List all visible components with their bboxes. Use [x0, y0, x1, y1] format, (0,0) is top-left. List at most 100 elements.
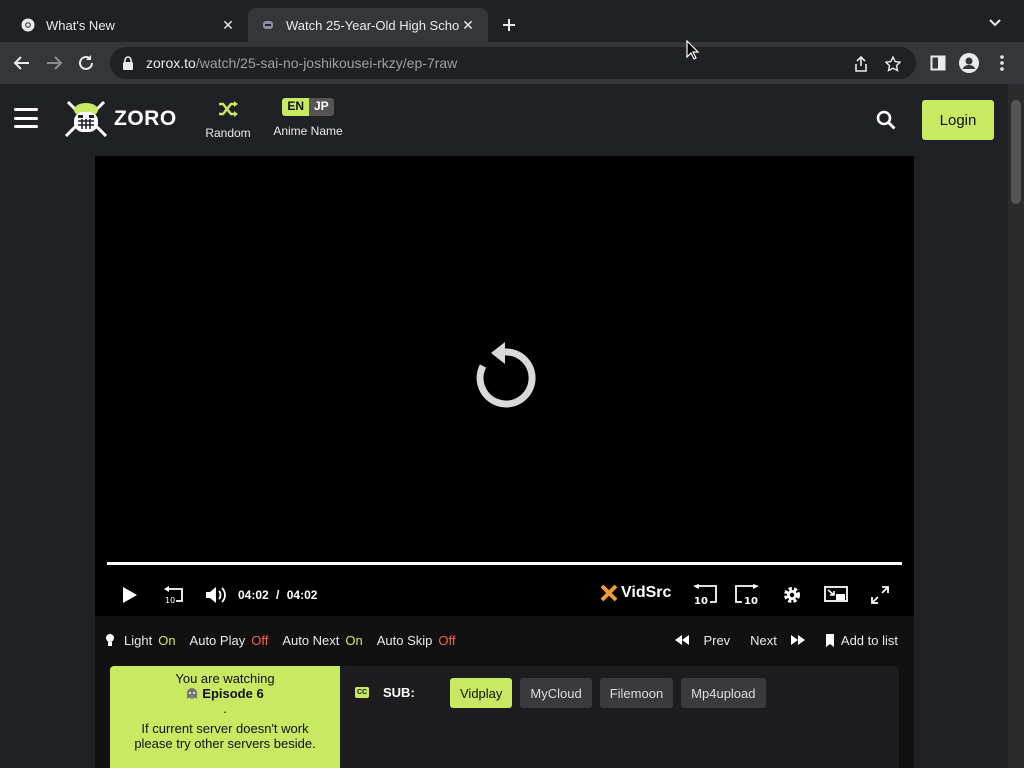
lightbulb-icon	[106, 634, 114, 646]
player-options-bar: Light On Auto Play Off Auto Next On Auto…	[95, 616, 914, 664]
rewind-10-icon[interactable]: 10	[161, 582, 185, 608]
tab-title: Watch 25-Year-Old High Scho	[286, 17, 460, 33]
fullscreen-icon[interactable]	[869, 582, 891, 608]
forward-arrow-icon[interactable]	[42, 51, 66, 75]
light-value: On	[158, 632, 176, 648]
kebab-menu-icon[interactable]	[990, 51, 1014, 75]
video-player[interactable]: 10 04:02 / 04:02 VidSrc 10 10	[95, 156, 914, 616]
search-icon[interactable]	[876, 110, 898, 132]
sub-servers-label: CC SUB:	[355, 685, 415, 700]
site-logo[interactable]: ZORO	[64, 98, 177, 140]
watching-dot: .	[223, 701, 227, 716]
progress-bar[interactable]	[107, 562, 902, 565]
skip-back-10-icon[interactable]: 10	[691, 582, 719, 608]
random-label: Random	[205, 126, 251, 140]
cc-icon: CC	[355, 687, 369, 698]
svg-text:10: 10	[694, 596, 708, 606]
page-scrollbar[interactable]	[1008, 84, 1024, 768]
add-to-list-button[interactable]: Add to list	[825, 633, 898, 648]
watching-line: You are watching	[175, 671, 275, 686]
mouse-cursor	[686, 39, 700, 60]
picture-in-picture-icon[interactable]	[823, 582, 849, 608]
server-mp4upload-button[interactable]: Mp4upload	[681, 678, 766, 708]
autoplay-toggle[interactable]: Auto Play Off	[190, 633, 269, 648]
zoro-logo-icon	[64, 100, 108, 138]
duration: 04:02	[286, 588, 318, 602]
lock-icon[interactable]	[122, 56, 136, 70]
prev-label: Prev	[703, 632, 731, 648]
time-separator: /	[276, 588, 280, 602]
play-icon[interactable]	[119, 582, 141, 608]
zoro-favicon-icon	[260, 17, 276, 33]
server-vidplay-button[interactable]: Vidplay	[450, 678, 513, 708]
lang-jp[interactable]: JP	[308, 98, 334, 116]
server-hint-line-2: please try other servers beside.	[134, 736, 316, 751]
profile-avatar-icon[interactable]	[957, 51, 981, 75]
server-mycloud-button[interactable]: MyCloud	[520, 678, 592, 708]
light-label: Light	[124, 632, 153, 648]
next-label: Next	[750, 632, 777, 648]
new-tab-button[interactable]	[498, 14, 520, 36]
next-episode-button[interactable]: Next	[750, 633, 805, 648]
rewind-icon	[675, 635, 690, 645]
shuffle-icon	[200, 98, 256, 120]
browser-tab-strip: What's New ✕ Watch 25-Year-Old High Scho…	[0, 0, 1024, 42]
vidsrc-logo[interactable]: VidSrc	[600, 584, 671, 602]
vidsrc-brand: VidSrc	[621, 584, 672, 601]
login-button[interactable]: Login	[922, 100, 994, 140]
tab-watch[interactable]: Watch 25-Year-Old High Scho ✕	[248, 8, 488, 42]
sub-label: SUB:	[383, 685, 415, 700]
server-buttons: Vidplay MyCloud Filemoon Mp4upload	[450, 678, 766, 708]
autoskip-toggle[interactable]: Auto Skip Off	[377, 633, 456, 648]
server-filemoon-button[interactable]: Filemoon	[599, 678, 674, 708]
autoplay-label: Auto Play	[189, 632, 246, 648]
bookmark-star-icon[interactable]	[884, 55, 902, 73]
vidsrc-x-icon	[600, 584, 618, 602]
lang-en[interactable]: EN	[282, 98, 309, 116]
episode-line: Episode 6	[110, 686, 340, 701]
autonext-toggle[interactable]: Auto Next On	[282, 633, 362, 648]
time-display: 04:02 / 04:02	[238, 588, 317, 602]
servers-panel: You are watching Episode 6 . If current …	[95, 664, 914, 768]
anime-name-label: Anime Name	[273, 124, 343, 138]
tab-title: What's New	[46, 17, 115, 33]
site-header: ZORO Random EN JP Anime Name Login	[0, 84, 1008, 156]
now-watching-box: You are watching Episode 6 . If current …	[110, 666, 340, 768]
side-panel-icon[interactable]	[926, 51, 950, 75]
en-jp-toggle[interactable]: EN JP	[282, 98, 334, 116]
address-bar[interactable]: zorox.to/watch/25-sai-no-joshikousei-rkz…	[110, 47, 916, 79]
scrollbar-thumb[interactable]	[1011, 100, 1021, 204]
volume-icon[interactable]	[203, 582, 229, 608]
server-hint-line-1: If current server doesn't work	[141, 721, 309, 736]
prev-episode-button[interactable]: Prev	[675, 633, 730, 648]
hamburger-menu-icon[interactable]	[14, 108, 38, 128]
brand-name: ZORO	[114, 107, 177, 130]
autonext-label: Auto Next	[282, 632, 340, 648]
ghost-icon	[187, 687, 198, 699]
url-path: /watch/25-sai-no-joshikousei-rkzy/ep-7ra…	[195, 55, 458, 71]
autoskip-label: Auto Skip	[376, 632, 433, 648]
tab-search-chevron-icon[interactable]	[988, 16, 1004, 32]
autoskip-value: Off	[438, 632, 456, 648]
close-icon[interactable]: ✕	[220, 17, 236, 33]
back-arrow-icon[interactable]	[10, 51, 34, 75]
current-time: 04:02	[238, 588, 269, 602]
replay-icon[interactable]	[471, 342, 539, 414]
settings-gear-icon[interactable]	[780, 582, 804, 608]
random-button[interactable]: Random	[200, 98, 256, 140]
tab-whats-new[interactable]: What's New ✕	[8, 8, 248, 42]
close-icon[interactable]: ✕	[460, 17, 476, 33]
bookmark-icon	[825, 633, 834, 647]
svg-text:10: 10	[165, 596, 175, 605]
autoplay-value: Off	[251, 632, 269, 648]
add-to-list-label: Add to list	[840, 632, 898, 648]
reload-icon[interactable]	[74, 51, 98, 75]
autonext-value: On	[345, 632, 363, 648]
light-toggle[interactable]: Light On	[105, 633, 176, 648]
skip-forward-10-icon[interactable]: 10	[733, 582, 761, 608]
fast-forward-icon	[790, 635, 805, 645]
chrome-icon	[20, 17, 36, 33]
browser-toolbar: zorox.to/watch/25-sai-no-joshikousei-rkz…	[0, 42, 1024, 84]
anime-name-language-toggle[interactable]: EN JP Anime Name	[270, 98, 346, 138]
share-icon[interactable]	[852, 55, 870, 73]
